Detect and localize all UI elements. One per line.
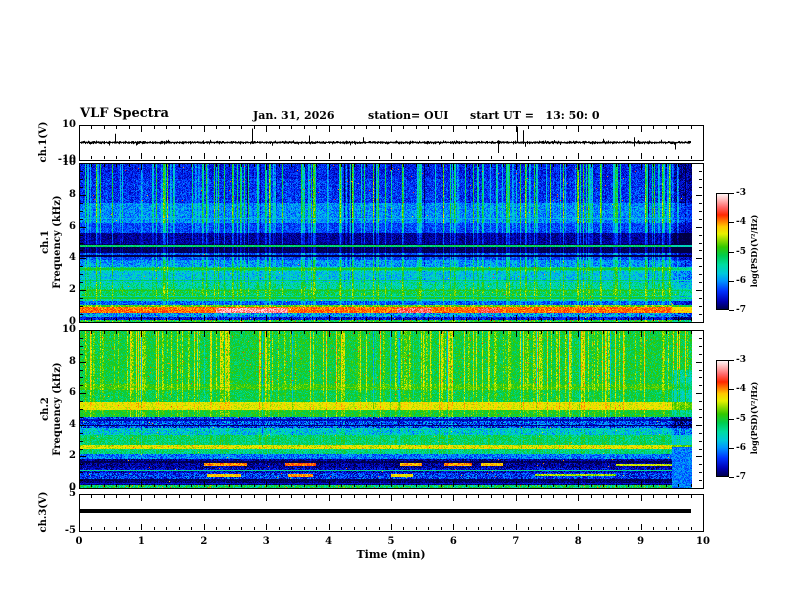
colorbar-tick-label: -5 bbox=[736, 246, 746, 257]
colorbar1 bbox=[716, 193, 729, 310]
colorbar-tick-label: -3 bbox=[736, 188, 746, 198]
x-tick-label: 0 bbox=[75, 536, 83, 547]
x-tick-label: 3 bbox=[262, 536, 270, 547]
colorbar2-label: log(PSD)(V²/Hz) bbox=[749, 381, 759, 455]
ylabel-ch2-channel: ch.2 bbox=[40, 397, 51, 421]
x-tick-label: 5 bbox=[387, 536, 395, 547]
x-tick-label: 9 bbox=[637, 536, 645, 547]
x-tick-label: 2 bbox=[200, 536, 208, 547]
x-tick-label: 7 bbox=[512, 536, 520, 547]
colorbar-tick-label: -5 bbox=[736, 413, 746, 424]
xaxis-title: Time (min) bbox=[356, 548, 426, 561]
freq-tick-label: 2 bbox=[69, 450, 76, 462]
ylabel-ch1-channel: ch.1 bbox=[40, 230, 51, 254]
colorbar1-label: log(PSD)(V²/Hz) bbox=[749, 214, 759, 288]
colorbar-tick-label: -7 bbox=[736, 305, 746, 315]
voltage-tick-label: -10 bbox=[57, 154, 76, 165]
freq-tick-label: 4 bbox=[69, 252, 76, 264]
voltage-tick-label: -5 bbox=[64, 525, 76, 536]
colorbar2 bbox=[716, 360, 729, 477]
ch3-voltage-plot bbox=[79, 494, 703, 531]
colorbar-tick-label: -4 bbox=[736, 384, 746, 395]
ch1-spectrogram-plot bbox=[79, 163, 703, 322]
header-station: station= OUI bbox=[368, 109, 449, 122]
x-tick-label: 4 bbox=[325, 536, 333, 547]
colorbar-tick-label: -7 bbox=[736, 472, 746, 482]
voltage-tick-label: 5 bbox=[69, 488, 76, 499]
vlf-spectra-figure: VLF Spectra Jan. 31, 2026 station= OUI s… bbox=[0, 0, 792, 612]
ch1-voltage-waveform-plot bbox=[79, 125, 703, 160]
voltage-tick-label: 10 bbox=[62, 119, 76, 130]
freq-tick-label: 8 bbox=[69, 188, 76, 200]
freq-tick-label: 8 bbox=[69, 355, 76, 367]
header-start-ut: start UT = 13: 50: 0 bbox=[470, 109, 600, 122]
freq-tick-label: 4 bbox=[69, 418, 76, 430]
freq-tick-label: 6 bbox=[69, 220, 76, 232]
freq-tick-label: 6 bbox=[69, 387, 76, 399]
colorbar-tick-label: -6 bbox=[736, 275, 746, 286]
x-tick-label: 6 bbox=[449, 536, 457, 547]
ylabel-ch3-voltage: ch.3(V) bbox=[38, 491, 49, 533]
freq-tick-label: 2 bbox=[69, 284, 76, 296]
figure-title: VLF Spectra bbox=[80, 106, 169, 121]
x-tick-label: 8 bbox=[574, 536, 582, 547]
x-tick-label: 1 bbox=[137, 536, 145, 547]
ch2-spectrogram-plot bbox=[79, 330, 703, 488]
colorbar-tick-label: -3 bbox=[736, 355, 746, 365]
freq-tick-label: 10 bbox=[62, 324, 76, 335]
colorbar-tick-label: -6 bbox=[736, 442, 746, 453]
colorbar-tick-label: -4 bbox=[736, 217, 746, 228]
header-date: Jan. 31, 2026 bbox=[253, 109, 335, 122]
x-tick-label: 10 bbox=[696, 536, 710, 547]
